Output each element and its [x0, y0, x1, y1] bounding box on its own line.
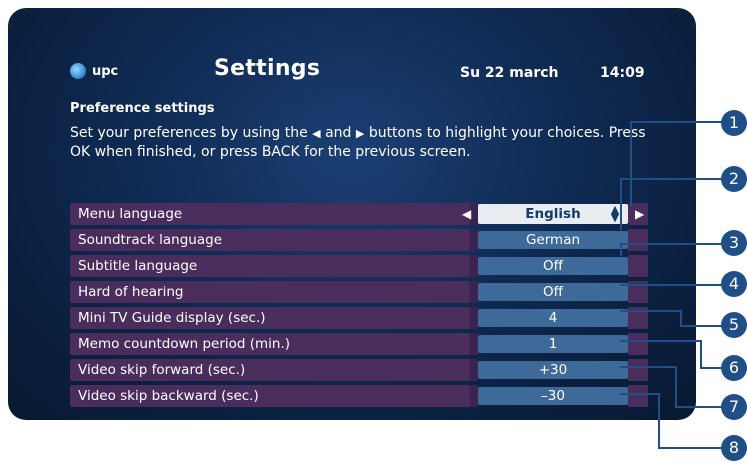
callout-line-5a — [620, 310, 680, 314]
callout-badge-4: 4 — [721, 271, 747, 297]
setting-label: Subtitle language — [78, 258, 198, 274]
setting-row-memo-countdown[interactable]: Memo countdown period (min.) 1 — [70, 333, 648, 355]
row-gap — [470, 255, 478, 277]
callout-line-3-horizontal — [620, 243, 727, 247]
callout-line-7b — [675, 366, 679, 407]
brand-logo: upc — [70, 63, 118, 79]
setting-value: –30 — [541, 388, 565, 404]
row-gap — [470, 333, 478, 355]
callout-line-4 — [620, 284, 727, 288]
setting-row-soundtrack-language[interactable]: Soundtrack language German — [70, 229, 648, 251]
setting-row-video-skip-backward[interactable]: Video skip backward (sec.) –30 — [70, 385, 648, 407]
row-tail — [628, 229, 648, 251]
setting-label: Soundtrack language — [78, 232, 223, 248]
callout-badge-6: 6 — [721, 355, 747, 381]
setting-value: 1 — [548, 336, 558, 352]
setting-value: English — [525, 206, 581, 222]
callout-line-8c — [658, 447, 727, 451]
setting-label: Memo countdown period (min.) — [78, 336, 291, 352]
row-tail — [628, 255, 648, 277]
section-title: Preference settings — [70, 101, 215, 116]
callout-line-7a — [620, 366, 675, 370]
description-and: and — [325, 125, 352, 141]
brand-name: upc — [92, 63, 119, 79]
setting-row-video-skip-forward[interactable]: Video skip forward (sec.) +30 — [70, 359, 648, 381]
callout-line-8a — [620, 393, 658, 397]
callout-line-8b — [658, 393, 662, 448]
setting-value: 4 — [548, 310, 558, 326]
setting-row-mini-tv-guide[interactable]: Mini TV Guide display (sec.) 4 — [70, 307, 648, 329]
row-gap — [470, 229, 478, 251]
upc-logo-icon — [70, 63, 86, 79]
setting-value: Off — [543, 284, 563, 300]
callout-line-6b — [700, 340, 704, 368]
setting-value: Off — [543, 258, 563, 274]
row-gap — [470, 385, 478, 407]
arrow-left-icon[interactable]: ◀ — [462, 207, 471, 221]
right-arrow-icon: ▶ — [355, 127, 365, 140]
arrow-right-icon[interactable]: ▶ — [635, 207, 644, 221]
row-tail — [628, 333, 648, 355]
callout-line-2-vertical — [620, 178, 624, 230]
callout-badge-7: 7 — [721, 394, 747, 420]
callout-badge-3: 3 — [721, 230, 747, 256]
setting-value: +30 — [538, 362, 568, 378]
setting-label: Hard of hearing — [78, 284, 184, 300]
setting-label: Video skip forward (sec.) — [78, 362, 246, 378]
setting-value: German — [525, 232, 581, 248]
setting-label: Menu language — [78, 206, 183, 222]
callout-line-5c — [680, 325, 727, 329]
row-gap — [470, 359, 478, 381]
date-display: Su 22 march — [460, 65, 559, 81]
callout-badge-5: 5 — [721, 312, 747, 338]
callout-badge-1: 1 — [721, 110, 747, 136]
row-gap — [470, 281, 478, 303]
setting-label: Video skip backward (sec.) — [78, 388, 259, 404]
callout-line-6a — [620, 340, 700, 344]
tv-screen: upc Settings Su 22 march 14:09 Preferenc… — [8, 8, 696, 420]
section-description: Set your preferences by using the ◀ and … — [70, 124, 670, 162]
callout-badge-8: 8 — [721, 435, 747, 461]
page-title: Settings — [214, 56, 321, 81]
callout-badge-2: 2 — [721, 166, 747, 192]
description-part1: Set your preferences by using the — [70, 125, 308, 141]
callout-line-2-horizontal — [620, 178, 727, 182]
left-arrow-icon: ◀ — [312, 127, 321, 140]
setting-row-hard-of-hearing[interactable]: Hard of hearing Off — [70, 281, 648, 303]
setting-label: Mini TV Guide display (sec.) — [78, 310, 266, 326]
time-display: 14:09 — [600, 65, 645, 81]
row-gap — [470, 307, 478, 329]
callout-line-5b — [680, 310, 684, 326]
callout-line-7c — [675, 406, 727, 410]
row-tail — [628, 359, 648, 381]
setting-row-subtitle-language[interactable]: Subtitle language Off — [70, 255, 648, 277]
callout-line-1 — [630, 121, 729, 206]
setting-row-menu-language[interactable]: Menu language ◀ English ▲ ▼ ▶ — [70, 203, 648, 225]
